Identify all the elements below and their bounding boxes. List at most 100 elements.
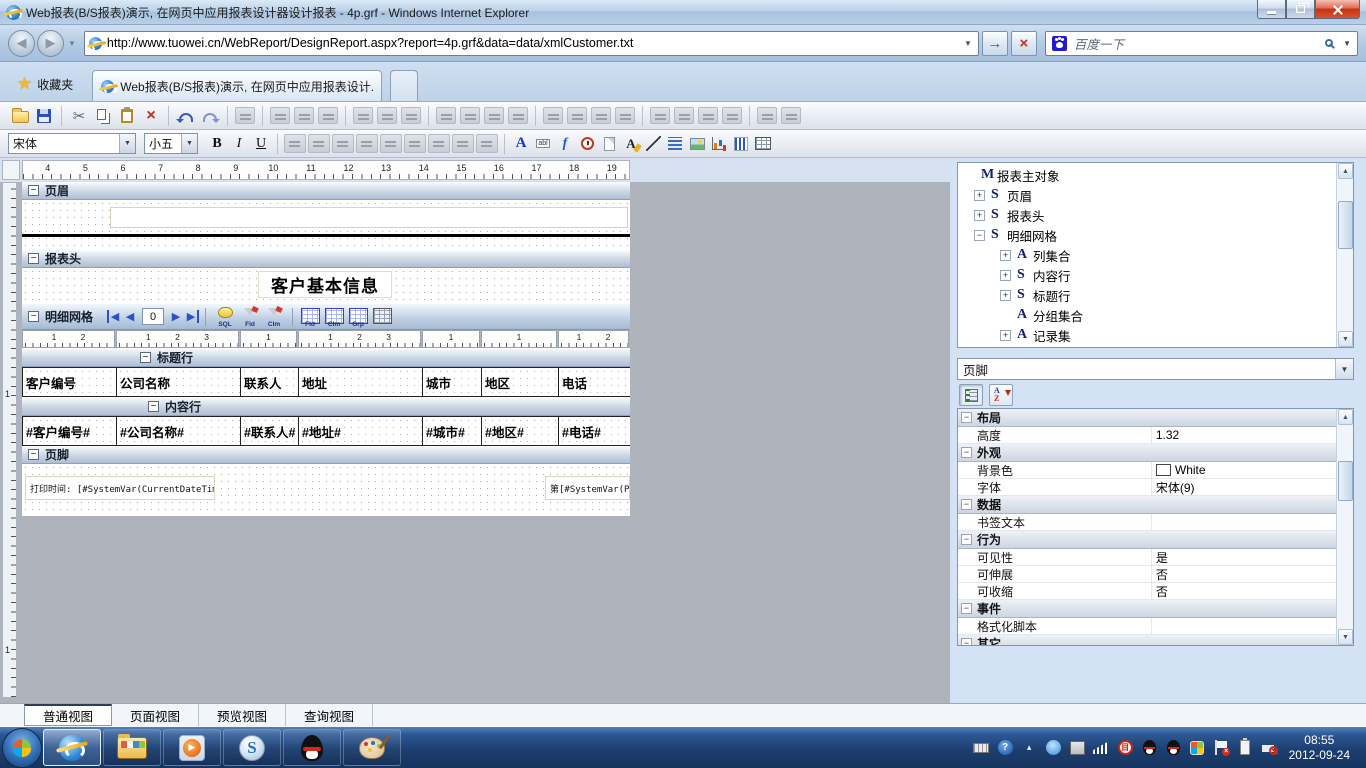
- tree-item[interactable]: A 分组集合: [958, 305, 1336, 325]
- redo-button[interactable]: [198, 104, 222, 127]
- page-header-line[interactable]: [22, 234, 630, 237]
- scrollbar-thumb[interactable]: [1338, 461, 1353, 501]
- align-text-bottomright-button[interactable]: [475, 132, 499, 155]
- netmeeting-tray-icon[interactable]: 目: [1117, 739, 1134, 756]
- insert-label-button[interactable]: A: [510, 133, 532, 154]
- tree-item[interactable]: + S 页脚: [958, 345, 1336, 347]
- align-text-topcenter-button[interactable]: [307, 132, 331, 155]
- page-header-textbox[interactable]: [110, 207, 628, 228]
- font-family-dropdown-icon[interactable]: ▼: [119, 134, 135, 153]
- property-row[interactable]: 字体 宋体(9): [958, 479, 1336, 496]
- property-row[interactable]: − 外观: [958, 444, 1336, 462]
- space-decrease-h-button[interactable]: [589, 104, 613, 127]
- windows-update-tray-icon[interactable]: [1189, 739, 1206, 756]
- tree-expander-icon[interactable]: +: [1000, 289, 1011, 301]
- title-cell[interactable]: 联系人: [240, 367, 298, 397]
- field-list-button[interactable]: Fld: [299, 307, 321, 328]
- ime-tray-icon[interactable]: [1069, 739, 1086, 756]
- font-size-select[interactable]: 小五 ▼: [144, 133, 198, 154]
- insert-barcode-button[interactable]: [730, 133, 752, 154]
- report-header-area[interactable]: 客户基本信息: [22, 268, 630, 304]
- space-increase-v-button[interactable]: [672, 104, 696, 127]
- go-button[interactable]: →: [981, 30, 1008, 56]
- new-tab-stub[interactable]: [390, 70, 419, 101]
- copy-button[interactable]: [91, 104, 115, 127]
- collapse-icon[interactable]: −: [148, 400, 159, 412]
- volume-muted-icon[interactable]: [1261, 739, 1278, 756]
- tree-item[interactable]: + A 列集合: [958, 245, 1336, 265]
- report-title-textbox[interactable]: 客户基本信息: [258, 271, 392, 298]
- italic-button[interactable]: I: [228, 132, 250, 155]
- insert-systemvar-button[interactable]: [576, 133, 598, 154]
- collapse-icon[interactable]: −: [140, 351, 151, 363]
- last-record-button[interactable]: ▶: [185, 310, 200, 323]
- title-cell[interactable]: 公司名称: [116, 367, 240, 397]
- scroll-up-icon[interactable]: ▲: [1338, 409, 1353, 425]
- tree-expander-icon[interactable]: +: [1000, 249, 1011, 261]
- scroll-down-icon[interactable]: ▼: [1338, 331, 1353, 347]
- network-signal-icon[interactable]: [1093, 739, 1110, 756]
- search-icon[interactable]: [1325, 39, 1334, 47]
- view-tab[interactable]: 页面视图: [112, 704, 200, 726]
- record-number-input[interactable]: 0: [142, 308, 165, 325]
- url-text[interactable]: http://www.tuowei.cn/WebReport/DesignRep…: [107, 36, 962, 50]
- band-page-header[interactable]: − 页眉: [22, 182, 630, 200]
- space-equal-h-button[interactable]: [541, 104, 565, 127]
- property-row[interactable]: 可伸展 否: [958, 566, 1336, 583]
- property-value[interactable]: 宋体(9): [1150, 479, 1336, 495]
- insert-pagebreak-button[interactable]: [598, 133, 620, 154]
- prev-record-button[interactable]: ◀: [121, 310, 139, 323]
- align-text-bottomcenter-button[interactable]: [451, 132, 475, 155]
- property-row[interactable]: 背景色 White: [958, 462, 1336, 479]
- tree-expander-icon[interactable]: +: [974, 209, 985, 221]
- print-time-textbox[interactable]: 打印时间: [#SystemVar(CurrentDateTime):: [25, 476, 215, 500]
- align-text-bottomleft-button[interactable]: [427, 132, 451, 155]
- align-text-topright-button[interactable]: [331, 132, 355, 155]
- search-box[interactable]: 百度一下 ▼: [1044, 30, 1358, 56]
- alphabetical-sort-button[interactable]: A Z: [989, 384, 1013, 406]
- space-remove-h-button[interactable]: [613, 104, 637, 127]
- title-cell[interactable]: 客户编号: [22, 367, 116, 397]
- same-size-button[interactable]: [482, 104, 506, 127]
- band-report-header[interactable]: − 报表头: [22, 250, 630, 268]
- battery-tray-icon[interactable]: [1237, 738, 1254, 756]
- bold-button[interactable]: B: [206, 132, 228, 155]
- field-cell[interactable]: #地区#: [481, 416, 558, 446]
- tree-expander-icon[interactable]: +: [1000, 269, 1011, 281]
- delete-button[interactable]: ×: [139, 104, 163, 127]
- field-cell[interactable]: #联系人#: [240, 416, 298, 446]
- insert-chart-button[interactable]: [708, 133, 730, 154]
- property-row[interactable]: − 数据: [958, 496, 1336, 514]
- property-value[interactable]: 否: [1150, 566, 1336, 582]
- column-list-button[interactable]: Clm: [323, 307, 345, 328]
- property-row[interactable]: − 其它: [958, 635, 1336, 645]
- property-value[interactable]: White: [1150, 462, 1336, 478]
- space-remove-v-button[interactable]: [720, 104, 744, 127]
- align-middle-button[interactable]: [375, 104, 399, 127]
- search-dropdown-icon[interactable]: ▼: [1343, 39, 1351, 48]
- first-record-button[interactable]: ◀: [107, 310, 121, 323]
- qq-tray-icon[interactable]: [1141, 739, 1158, 756]
- insert-textbox-button[interactable]: abl: [532, 133, 554, 154]
- same-height-button[interactable]: [458, 104, 482, 127]
- space-decrease-v-button[interactable]: [696, 104, 720, 127]
- page-header-area[interactable]: [22, 200, 630, 250]
- show-hidden-icons[interactable]: ▴: [1021, 739, 1038, 756]
- field-cell[interactable]: #电话#: [558, 416, 630, 446]
- stop-button[interactable]: ×: [1010, 30, 1037, 56]
- browser-tab[interactable]: Web报表(B/S报表)演示, 在网页中应用报表设计...: [92, 70, 383, 101]
- category-expander-icon[interactable]: −: [961, 499, 972, 510]
- center-in-band-button[interactable]: [506, 104, 530, 127]
- address-dropdown-icon[interactable]: ▼: [962, 39, 974, 48]
- taskbar-mediaplayer-button[interactable]: ▶: [163, 729, 221, 766]
- align-center-button[interactable]: [292, 104, 316, 127]
- category-expander-icon[interactable]: −: [961, 638, 972, 645]
- band-page-footer[interactable]: − 页脚: [22, 446, 630, 464]
- property-row[interactable]: 格式化脚本: [958, 618, 1336, 635]
- group-list-button[interactable]: Grp: [347, 307, 369, 328]
- taskbar-clock[interactable]: 08:55 2012-09-24: [1285, 733, 1358, 763]
- tree-item[interactable]: + A 记录集: [958, 325, 1336, 345]
- favorites-button[interactable]: ★ 收藏夹: [6, 70, 84, 98]
- same-width-button[interactable]: [434, 104, 458, 127]
- recent-pages-dropdown[interactable]: ▼: [68, 39, 76, 48]
